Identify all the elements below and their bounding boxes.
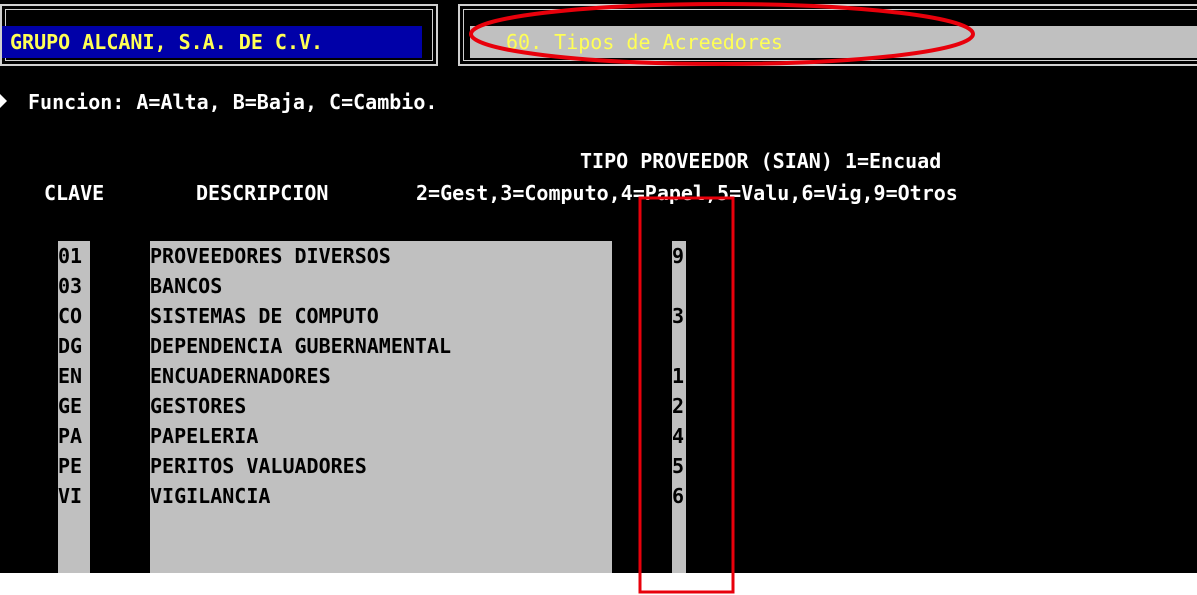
row-clave[interactable]: VI bbox=[58, 481, 92, 511]
row-descripcion[interactable]: VIGILANCIA bbox=[150, 481, 620, 511]
table-row[interactable]: EN ENCUADERNADORES 1 bbox=[0, 361, 1197, 391]
function-instructions: Funcion: A=Alta, B=Baja, C=Cambio. bbox=[28, 90, 438, 114]
screen-title: 60. Tipos de Acreedores bbox=[470, 26, 1197, 58]
row-tipo[interactable]: 6 bbox=[672, 481, 690, 511]
table-row[interactable]: PA PAPELERIA 4 bbox=[0, 421, 1197, 451]
company-name: GRUPO ALCANI, S.A. DE C.V. bbox=[2, 26, 422, 58]
table-row[interactable]: GE GESTORES 2 bbox=[0, 391, 1197, 421]
tipo-header-line1: TIPO PROVEEDOR (SIAN) 1=Encuad bbox=[580, 149, 942, 173]
row-clave[interactable]: CO bbox=[58, 301, 92, 331]
terminal-screen: GRUPO ALCANI, S.A. DE C.V. 60. Tipos de … bbox=[0, 0, 1197, 573]
prompt-arrow-icon bbox=[0, 94, 7, 108]
row-descripcion[interactable]: SISTEMAS DE COMPUTO bbox=[150, 301, 620, 331]
row-tipo[interactable]: 4 bbox=[672, 421, 690, 451]
table-row[interactable]: 01 PROVEEDORES DIVERSOS 9 bbox=[0, 241, 1197, 271]
row-tipo[interactable]: 2 bbox=[672, 391, 690, 421]
row-descripcion[interactable]: PAPELERIA bbox=[150, 421, 620, 451]
row-clave[interactable]: PE bbox=[58, 451, 92, 481]
row-clave[interactable]: DG bbox=[58, 331, 92, 361]
row-clave[interactable]: EN bbox=[58, 361, 92, 391]
table-row[interactable]: CO SISTEMAS DE COMPUTO 3 bbox=[0, 301, 1197, 331]
row-tipo[interactable]: 1 bbox=[672, 361, 690, 391]
row-descripcion[interactable]: PERITOS VALUADORES bbox=[150, 451, 620, 481]
row-descripcion[interactable]: BANCOS bbox=[150, 271, 620, 301]
row-clave[interactable]: 03 bbox=[58, 271, 92, 301]
row-clave[interactable]: 01 bbox=[58, 241, 92, 271]
row-tipo[interactable]: 5 bbox=[672, 451, 690, 481]
table-row[interactable]: VI VIGILANCIA 6 bbox=[0, 481, 1197, 511]
table-row[interactable]: PE PERITOS VALUADORES 5 bbox=[0, 451, 1197, 481]
table-row[interactable]: 03 BANCOS bbox=[0, 271, 1197, 301]
row-descripcion[interactable]: ENCUADERNADORES bbox=[150, 361, 620, 391]
row-descripcion[interactable]: PROVEEDORES DIVERSOS bbox=[150, 241, 620, 271]
row-clave[interactable]: GE bbox=[58, 391, 92, 421]
tipo-header-line2: 2=Gest,3=Computo,4=Papel,5=Valu,6=Vig,9=… bbox=[416, 181, 958, 205]
row-tipo[interactable]: 3 bbox=[672, 301, 690, 331]
table-row[interactable]: DG DEPENDENCIA GUBERNAMENTAL bbox=[0, 331, 1197, 361]
descripcion-column-header: DESCRIPCION bbox=[196, 181, 329, 205]
row-descripcion[interactable]: DEPENDENCIA GUBERNAMENTAL bbox=[150, 331, 620, 361]
clave-column-header: CLAVE bbox=[44, 181, 105, 205]
row-clave[interactable]: PA bbox=[58, 421, 92, 451]
row-tipo[interactable]: 9 bbox=[672, 241, 690, 271]
row-descripcion[interactable]: GESTORES bbox=[150, 391, 620, 421]
